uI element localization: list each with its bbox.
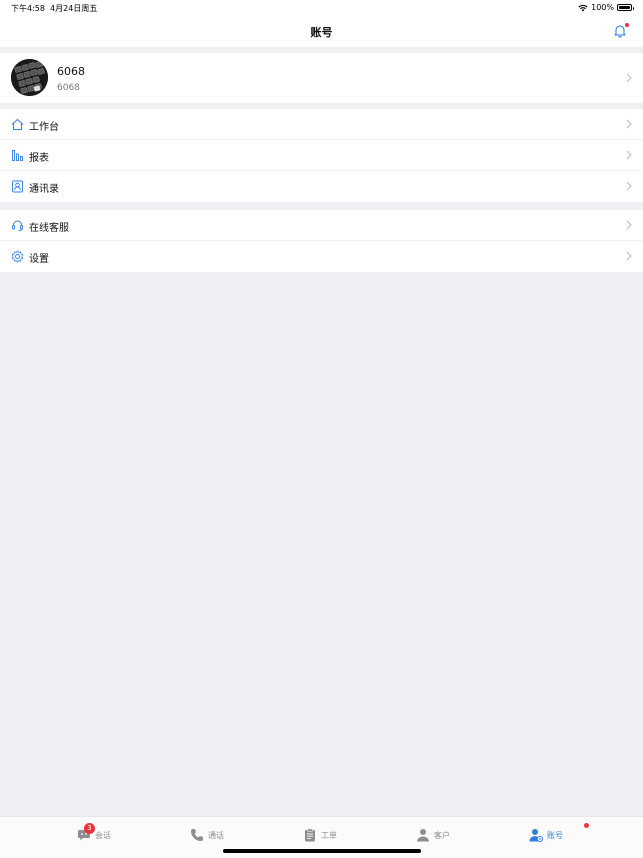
status-time-text: 下午4:58 (11, 4, 45, 13)
chart-icon (12, 150, 23, 161)
nav-bar: 账号 (0, 16, 643, 47)
menu-item-reports[interactable]: 报表 (0, 140, 643, 171)
tab-customers[interactable]: 客户 (416, 825, 450, 845)
chevron-right-icon (626, 119, 632, 129)
contacts-icon (12, 180, 23, 193)
tab-label: 客户 (434, 830, 450, 840)
menu-label: 报表 (29, 153, 49, 164)
menu-item-online-support[interactable]: 在线客服 (0, 210, 643, 241)
tab-calls[interactable]: 通话 (190, 825, 224, 845)
menu-label: 设置 (29, 254, 49, 265)
battery-icon (617, 4, 634, 11)
account-notification-dot (584, 823, 589, 828)
status-right: 100% (578, 3, 634, 12)
account-icon (529, 829, 543, 842)
tab-label: 账号 (547, 830, 563, 840)
menu-label: 通讯录 (29, 184, 59, 195)
status-date-text: 4月24日周五 (50, 4, 98, 13)
person-icon (417, 829, 429, 842)
menu-item-settings[interactable]: 设置 (0, 241, 643, 272)
menu-label: 工作台 (29, 122, 59, 133)
battery-percent: 100% (591, 3, 614, 12)
chevron-right-icon (626, 73, 632, 83)
avatar (11, 59, 48, 96)
status-bar: 下午4:58 4月24日周五 100% (0, 0, 643, 16)
tab-label: 通话 (208, 830, 224, 840)
notification-button[interactable] (613, 23, 629, 39)
profile-name: 6068 (57, 65, 85, 78)
tab-account[interactable]: 账号 (529, 825, 563, 845)
chevron-right-icon (626, 220, 632, 230)
menu-group-primary: 工作台 报表 通讯录 (0, 109, 643, 202)
tab-label: 工单 (321, 830, 337, 840)
tab-label: 会话 (95, 830, 111, 840)
unread-badge: 3 (84, 823, 95, 834)
status-time: 下午4:58 4月24日周五 (11, 3, 97, 14)
menu-item-workbench[interactable]: 工作台 (0, 109, 643, 140)
profile-subtitle: 6068 (57, 83, 80, 93)
phone-icon (191, 829, 203, 841)
menu-group-secondary: 在线客服 设置 (0, 210, 643, 272)
notification-dot (625, 23, 629, 27)
chevron-right-icon (626, 150, 632, 160)
wifi-icon (578, 4, 588, 11)
chevron-right-icon (626, 251, 632, 261)
chevron-right-icon (626, 181, 632, 191)
page-title: 账号 (310, 26, 333, 39)
tab-tickets[interactable]: 工单 (303, 825, 337, 845)
gear-icon (11, 250, 24, 263)
headset-icon (12, 220, 23, 232)
home-icon (11, 119, 24, 130)
home-indicator[interactable] (223, 849, 421, 853)
clipboard-icon (305, 828, 315, 842)
menu-item-contacts[interactable]: 通讯录 (0, 171, 643, 202)
avatar-image (11, 59, 48, 96)
tab-chat[interactable]: 3 会话 (77, 823, 111, 845)
menu-label: 在线客服 (29, 223, 69, 234)
profile-row[interactable]: 6068 6068 (0, 53, 643, 103)
